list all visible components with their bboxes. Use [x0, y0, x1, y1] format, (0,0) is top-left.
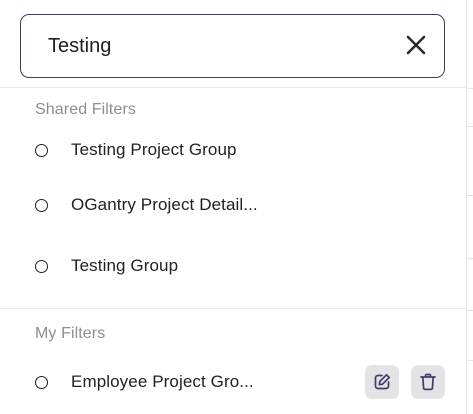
- divider: [0, 308, 467, 309]
- filter-option-label: OGantry Project Detail...: [71, 195, 258, 214]
- radio-button[interactable]: [35, 375, 48, 389]
- delete-filter-button[interactable]: [411, 365, 445, 399]
- background-divider: [467, 310, 473, 311]
- filter-option-testing-project-group[interactable]: Testing Project Group: [0, 130, 467, 170]
- background-divider: [467, 88, 473, 89]
- background-divider: [467, 258, 473, 259]
- shared-filters-heading: Shared Filters: [35, 101, 136, 118]
- clear-search-button[interactable]: [403, 32, 429, 58]
- filter-option-ogantry-project-detail[interactable]: OGantry Project Detail...: [0, 185, 467, 225]
- search-input[interactable]: [48, 34, 378, 58]
- radio-button[interactable]: [35, 143, 48, 157]
- trash-icon: [420, 373, 436, 391]
- filter-option-label: Employee Project Gro...: [71, 372, 254, 391]
- filter-dropdown-panel: Shared Filters Testing Project Group OGa…: [0, 0, 467, 414]
- filter-option-label: Testing Group: [71, 256, 179, 275]
- background-divider: [467, 126, 473, 127]
- my-filters-heading: My Filters: [35, 325, 106, 342]
- edit-icon: [374, 373, 391, 390]
- filter-option-label: Testing Project Group: [71, 140, 237, 159]
- edit-filter-button[interactable]: [365, 365, 399, 399]
- close-icon: [406, 35, 426, 55]
- radio-button[interactable]: [35, 259, 48, 273]
- background-divider: [467, 360, 473, 361]
- background-divider: [467, 195, 473, 196]
- filter-option-testing-group[interactable]: Testing Group: [0, 246, 467, 286]
- filter-option-employee-project-group[interactable]: Employee Project Gro...: [0, 362, 467, 402]
- search-box: [20, 14, 445, 78]
- divider: [0, 87, 467, 88]
- radio-button[interactable]: [35, 198, 48, 212]
